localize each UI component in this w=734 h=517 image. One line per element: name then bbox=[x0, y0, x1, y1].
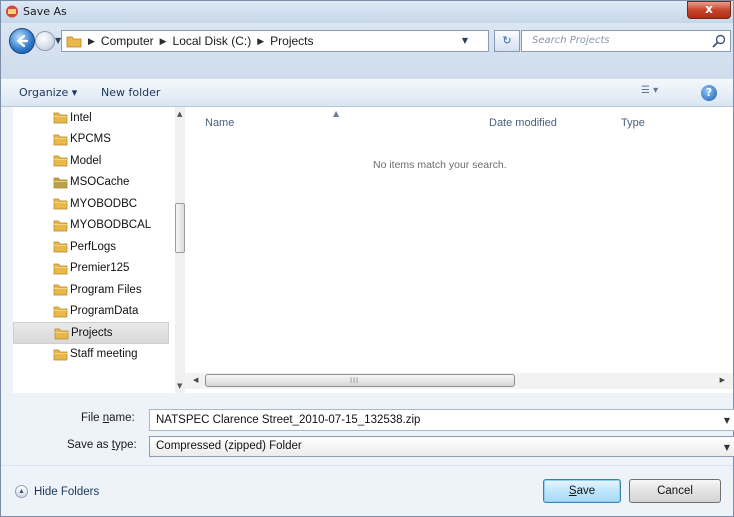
breadcrumb-separator-icon[interactable]: ▶ bbox=[88, 36, 95, 47]
nav-folder-item[interactable]: Program Files bbox=[13, 279, 169, 301]
window-title: Save As bbox=[23, 5, 67, 18]
forward-button[interactable] bbox=[35, 31, 55, 51]
folder-icon bbox=[53, 155, 68, 167]
refresh-icon: ↻ bbox=[502, 34, 512, 47]
breadcrumb-local-disk[interactable]: Local Disk (C:) bbox=[173, 34, 252, 48]
save-button[interactable]: Save bbox=[543, 479, 621, 503]
folder-icon bbox=[53, 112, 68, 124]
nav-folder-item[interactable]: ProgramData bbox=[13, 301, 169, 323]
refresh-button[interactable]: ↻ bbox=[494, 30, 520, 52]
nav-folder-label: PerfLogs bbox=[70, 240, 117, 253]
nav-folder-label: MYOBODBC bbox=[70, 197, 138, 210]
search-icon bbox=[712, 34, 726, 48]
nav-folder-item[interactable]: Model bbox=[13, 150, 169, 172]
column-headers: ▲ Name Date modified Type bbox=[185, 107, 733, 137]
nav-folder-item[interactable]: MYOBODBC bbox=[13, 193, 169, 215]
breadcrumb: ▶ Computer ▶ Local Disk (C:) ▶ Projects bbox=[88, 34, 314, 48]
nav-folder-item[interactable]: Projects bbox=[13, 322, 169, 344]
breadcrumb-separator-icon[interactable]: ▶ bbox=[257, 36, 264, 47]
back-arrow-icon bbox=[16, 34, 29, 48]
title-bar: Save As x bbox=[1, 1, 733, 23]
change-view-icon[interactable]: ☰ ▾ bbox=[641, 85, 673, 101]
nav-folder-item[interactable]: PerfLogs bbox=[13, 236, 169, 258]
save-type-label: Save as type: bbox=[67, 439, 137, 451]
nav-folder-item[interactable]: MYOBODBCAL bbox=[13, 215, 169, 237]
divider bbox=[1, 465, 733, 466]
folder-icon bbox=[53, 284, 68, 296]
search-placeholder: Search Projects bbox=[532, 35, 610, 46]
chevron-down-icon[interactable]: ▼ bbox=[724, 416, 730, 425]
chevron-up-icon: ▲ bbox=[15, 485, 28, 498]
new-folder-button[interactable]: New folder bbox=[101, 86, 160, 99]
nav-folder-label: MYOBODBCAL bbox=[70, 219, 152, 232]
folder-icon bbox=[53, 263, 68, 274]
scroll-up-icon[interactable]: ▲ bbox=[177, 110, 182, 118]
nav-folder-label: Projects bbox=[71, 326, 113, 339]
column-type[interactable]: Type bbox=[621, 117, 645, 129]
empty-message: No items match your search. bbox=[373, 159, 507, 171]
file-list-hscrollbar[interactable]: ◀ ||| ▶ bbox=[185, 373, 733, 389]
column-name[interactable]: Name bbox=[205, 117, 234, 129]
column-date-modified[interactable]: Date modified bbox=[489, 117, 557, 129]
hide-folders-button[interactable]: ▲ Hide Folders bbox=[15, 485, 99, 498]
nav-folder-label: Program Files bbox=[70, 283, 142, 296]
help-icon[interactable]: ? bbox=[701, 85, 717, 101]
save-type-value: Compressed (zipped) Folder bbox=[156, 440, 302, 452]
app-icon bbox=[6, 5, 18, 18]
save-as-dialog: Save As x ▼ ▶ Computer ▶ Local Disk (C:)… bbox=[0, 0, 734, 517]
nav-folder-label: Staff meeting bbox=[70, 348, 138, 361]
cancel-button[interactable]: Cancel bbox=[629, 479, 721, 503]
nav-folder-label: Premier125 bbox=[70, 262, 130, 275]
folder-icon bbox=[54, 328, 69, 340]
nav-folder-item[interactable]: Intel bbox=[13, 107, 169, 129]
breadcrumb-separator-icon[interactable]: ▶ bbox=[160, 36, 167, 47]
nav-folder-label: Model bbox=[70, 154, 102, 167]
close-button[interactable]: x bbox=[687, 1, 731, 19]
file-name-value: NATSPEC Clarence Street_2010-07-15_13253… bbox=[156, 414, 421, 426]
breadcrumb-projects[interactable]: Projects bbox=[270, 34, 313, 48]
nav-folder-label: ProgramData bbox=[70, 305, 139, 318]
nav-folder-item[interactable]: Premier125 bbox=[13, 258, 169, 280]
navigation-pane: Intel KPCMS Model MSOCache MYOBODBC MYOBODBCA… bbox=[13, 107, 185, 393]
nav-folder-item[interactable]: KPCMS bbox=[13, 129, 169, 151]
folder-icon bbox=[53, 306, 68, 317]
organize-menu[interactable]: Organize ▾ bbox=[19, 86, 77, 99]
folder-icon bbox=[66, 36, 82, 48]
scroll-left-icon[interactable]: ◀ bbox=[193, 376, 198, 384]
nav-folder-label: Intel bbox=[70, 111, 92, 124]
scroll-down-icon[interactable]: ▼ bbox=[177, 382, 182, 390]
breadcrumb-computer[interactable]: Computer bbox=[101, 34, 154, 48]
file-list: ▲ Name Date modified Type No items match… bbox=[185, 107, 733, 393]
scroll-right-icon[interactable]: ▶ bbox=[720, 376, 725, 384]
nav-folder-label: MSOCache bbox=[70, 176, 130, 189]
nav-scrollbar[interactable]: ▲ ▼ bbox=[175, 107, 185, 393]
folder-icon bbox=[53, 198, 68, 210]
save-type-select[interactable]: Compressed (zipped) Folder ▼ bbox=[149, 436, 734, 457]
folder-icon bbox=[53, 134, 68, 145]
search-input[interactable]: Search Projects bbox=[521, 30, 731, 52]
folder-icon bbox=[53, 177, 68, 188]
nav-folder-item[interactable]: MSOCache bbox=[13, 172, 169, 194]
grip-icon: ||| bbox=[350, 377, 360, 384]
hide-folders-label: Hide Folders bbox=[34, 485, 100, 498]
chevron-down-icon[interactable]: ▼ bbox=[724, 443, 730, 452]
bottom-panel: File name: NATSPEC Clarence Street_2010-… bbox=[1, 393, 734, 516]
command-bar: Organize ▾ New folder ☰ ▾ ? bbox=[1, 79, 733, 107]
folder-tree: Intel KPCMS Model MSOCache MYOBODBC MYOBODBCA… bbox=[13, 107, 169, 365]
nav-folder-item[interactable]: Staff meeting bbox=[13, 344, 169, 366]
nav-folder-label: KPCMS bbox=[70, 133, 111, 146]
address-history-chevron-icon[interactable]: ▼ bbox=[462, 36, 468, 45]
sort-indicator-icon: ▲ bbox=[333, 109, 340, 118]
file-name-input[interactable]: NATSPEC Clarence Street_2010-07-15_13253… bbox=[149, 409, 734, 431]
folder-icon bbox=[53, 241, 68, 253]
back-button[interactable] bbox=[9, 28, 35, 54]
file-name-label: File name: bbox=[81, 412, 135, 424]
folder-icon bbox=[53, 220, 68, 231]
folder-icon bbox=[53, 349, 68, 360]
nav-scrollbar-thumb[interactable] bbox=[175, 203, 185, 253]
address-bar[interactable]: ▶ Computer ▶ Local Disk (C:) ▶ Projects … bbox=[61, 30, 489, 52]
hscrollbar-thumb[interactable]: ||| bbox=[205, 374, 515, 387]
